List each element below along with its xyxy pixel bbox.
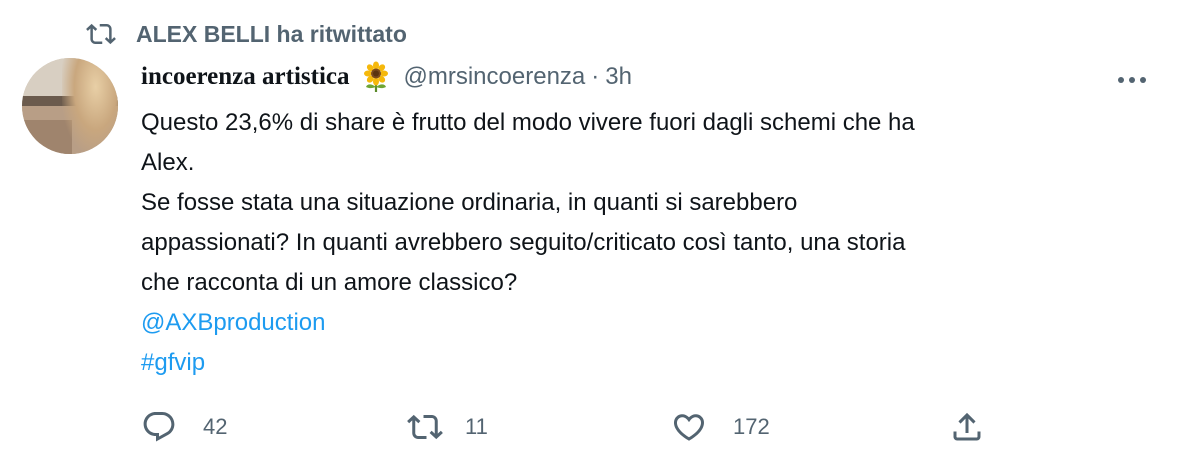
heart-icon bbox=[673, 414, 705, 441]
tweet-header: incoerenza artistica @mrsincoerenza · 3h bbox=[141, 60, 632, 94]
reply-icon bbox=[143, 412, 175, 442]
sunflower-icon bbox=[363, 61, 388, 92]
retweet-count: 11 bbox=[465, 414, 488, 439]
author-handle[interactable]: @mrsincoerenza bbox=[404, 63, 586, 91]
tweet-actions: 42 11 172 bbox=[141, 405, 1001, 449]
more-icon[interactable] bbox=[1114, 68, 1150, 92]
retweet-icon bbox=[86, 23, 116, 45]
tweet[interactable]: ALEX BELLI ha ritwittato incoerenza arti… bbox=[0, 0, 1184, 472]
share-icon bbox=[953, 412, 981, 441]
reply-button[interactable]: 42 bbox=[141, 405, 227, 449]
header-separator: · bbox=[591, 63, 600, 90]
hashtag-link[interactable]: #gfvip bbox=[141, 343, 1141, 383]
tweet-time[interactable]: 3h bbox=[605, 63, 632, 91]
like-button[interactable]: 172 bbox=[671, 405, 770, 449]
tweet-text: Questo 23,6% di share è frutto del modo … bbox=[141, 103, 1141, 383]
avatar[interactable] bbox=[22, 58, 118, 154]
display-name[interactable]: incoerenza artistica bbox=[141, 63, 350, 91]
retweet-banner-text[interactable]: ALEX BELLI ha ritwittato bbox=[136, 21, 407, 48]
retweet-banner: ALEX BELLI ha ritwittato bbox=[86, 18, 407, 50]
tweet-text-line: Questo 23,6% di share è frutto del modo … bbox=[141, 109, 915, 136]
tweet-text-line: appassionati? In quanti avrebbero seguit… bbox=[141, 229, 906, 256]
tweet-text-line: che racconta di un amore classico? bbox=[141, 269, 518, 296]
share-button[interactable] bbox=[949, 405, 985, 449]
tweet-text-line: Se fosse stata una situazione ordinaria,… bbox=[141, 189, 798, 216]
mention-link[interactable]: @AXBproduction bbox=[141, 303, 1141, 343]
retweet-button[interactable]: 11 bbox=[407, 405, 488, 449]
retweet-icon bbox=[407, 414, 443, 440]
like-count: 172 bbox=[733, 414, 770, 439]
tweet-text-line: Alex. bbox=[141, 149, 195, 176]
reply-count: 42 bbox=[203, 414, 228, 439]
